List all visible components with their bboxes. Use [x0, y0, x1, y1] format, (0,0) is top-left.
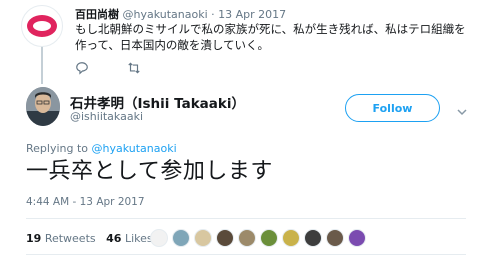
liker-avatar[interactable] — [216, 229, 234, 247]
main-avatar[interactable] — [26, 87, 60, 126]
liker-avatar[interactable] — [150, 229, 168, 247]
liker-avatar[interactable] — [260, 229, 278, 247]
retweet-icon[interactable] — [127, 60, 141, 74]
header-separator: · — [211, 8, 215, 21]
likes-count: 46 — [106, 232, 122, 245]
liker-avatars — [150, 229, 366, 247]
chevron-down-icon[interactable] — [457, 102, 467, 116]
liker-avatar[interactable] — [194, 229, 212, 247]
follow-button[interactable]: Follow — [345, 94, 440, 122]
tweet-stats: 19 Retweets 46 Likes — [26, 232, 153, 245]
avatar-logo-ring — [27, 15, 57, 37]
divider-bottom — [26, 254, 466, 255]
replying-to-link[interactable]: @hyakutanaoki — [92, 142, 177, 155]
parent-tweet-header: 百田尚樹 @hyakutanaoki · 13 Apr 2017 — [75, 6, 286, 22]
reply-icon[interactable] — [75, 60, 89, 75]
parent-avatar[interactable] — [21, 5, 63, 47]
parent-handle[interactable]: @hyakutanaoki — [123, 8, 208, 21]
liker-avatar[interactable] — [282, 229, 300, 247]
parent-date[interactable]: 13 Apr 2017 — [218, 8, 286, 21]
parent-tweet-actions — [75, 60, 141, 75]
replying-prefix: Replying to — [26, 142, 89, 155]
liker-avatar[interactable] — [238, 229, 256, 247]
liker-avatar[interactable] — [326, 229, 344, 247]
likes-label: Likes — [124, 232, 153, 245]
thread-connector — [41, 44, 43, 84]
main-tweet-text: 一兵卒として参加します — [26, 159, 273, 184]
retweets-stat[interactable]: 19 Retweets — [26, 232, 96, 245]
divider-top — [26, 218, 466, 219]
replying-to: Replying to @hyakutanaoki — [26, 142, 177, 155]
liker-avatar[interactable] — [348, 229, 366, 247]
main-handle[interactable]: @ishiitakaaki — [70, 110, 143, 123]
retweets-label: Retweets — [44, 232, 96, 245]
likes-stat[interactable]: 46 Likes — [106, 232, 152, 245]
parent-display-name[interactable]: 百田尚樹 — [75, 8, 119, 21]
main-display-name[interactable]: 石井孝明（Ishii Takaaki） — [70, 92, 245, 112]
retweets-count: 19 — [26, 232, 42, 245]
tweet-timestamp[interactable]: 4:44 AM - 13 Apr 2017 — [26, 196, 145, 208]
liker-avatar[interactable] — [172, 229, 190, 247]
liker-avatar[interactable] — [304, 229, 322, 247]
parent-tweet-text: もし北朝鮮のミサイルで私の家族が死に、私が生き残れば、私はテロ組織を作って、日本… — [75, 22, 466, 52]
